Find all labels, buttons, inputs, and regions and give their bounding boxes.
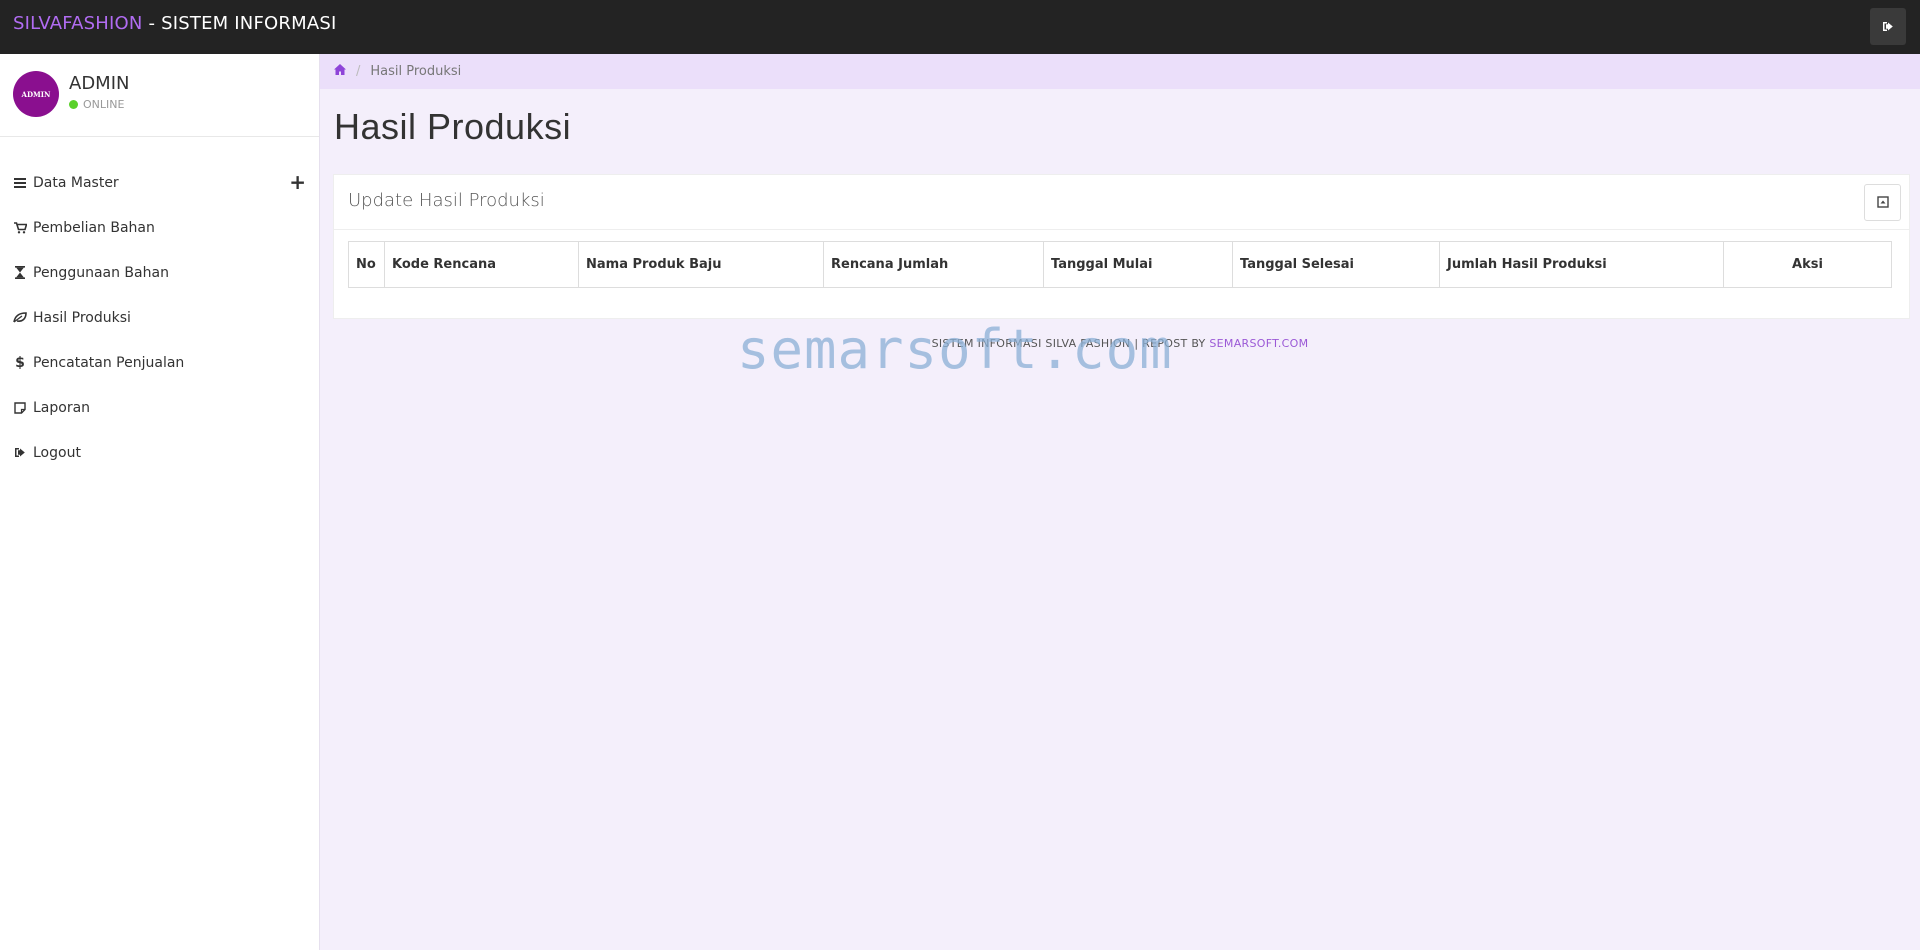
column-header-rencana-jumlah[interactable]: Rencana Jumlah [823,241,1044,288]
home-icon[interactable] [334,64,346,79]
user-panel: ADMIN ADMIN ONLINE [0,54,319,137]
brand-name: SILVAFASHION [13,13,143,34]
sidebar-item-label: Pembelian Bahan [33,219,155,236]
panel-minimize-button[interactable] [1864,184,1901,221]
sidebar-item-label: Logout [33,444,81,461]
brand-subtitle: - SISTEM INFORMASI [142,13,337,34]
main-content: / Hasil Produksi Hasil Produksi Update H… [320,54,1920,950]
sidebar: ADMIN ADMIN ONLINE Data Master + Pembeli… [0,54,320,950]
table-header-row: No Kode Rencana Nama Produk Baju Rencana… [348,241,1892,288]
breadcrumb-separator: / [356,64,361,79]
footer: SISTEM INFORMASI SILVA FASHION | REPOST … [320,337,1920,350]
minimize-icon [1876,193,1889,212]
breadcrumb-current: Hasil Produksi [370,64,462,79]
panel-title: Update Hasil Produksi [348,190,545,211]
sign-out-icon [13,446,27,460]
sidebar-item-pencatatan-penjualan[interactable]: $ Pencatatan Penjualan [0,340,319,385]
footer-link[interactable]: SEMARSOFT.COM [1209,337,1308,350]
sidebar-menu: Data Master + Pembelian Bahan Penggunaan… [0,160,319,475]
sidebar-item-label: Penggunaan Bahan [33,264,169,281]
app-title[interactable]: SILVAFASHION - SISTEM INFORMASI [13,13,336,34]
avatar: ADMIN [13,71,59,117]
column-header-nama-produk-baju[interactable]: Nama Produk Baju [578,241,824,288]
sidebar-item-label: Laporan [33,399,91,416]
leaf-icon [13,311,27,325]
sidebar-item-laporan[interactable]: Laporan [0,385,319,430]
sign-out-icon [1882,17,1894,36]
production-table: No Kode Rencana Nama Produk Baju Rencana… [348,241,1892,288]
column-header-jumlah-hasil-produksi[interactable]: Jumlah Hasil Produksi [1439,241,1724,288]
column-header-tanggal-selesai[interactable]: Tanggal Selesai [1232,241,1440,288]
column-header-tanggal-mulai[interactable]: Tanggal Mulai [1043,241,1233,288]
column-header-aksi[interactable]: Aksi [1723,241,1892,288]
user-status: ONLINE [69,98,124,111]
user-name: ADMIN [69,73,130,94]
logout-button[interactable] [1870,8,1906,45]
breadcrumb: / Hasil Produksi [320,54,1920,89]
hourglass-icon [13,266,27,280]
avatar-text: ADMIN [21,89,51,99]
dollar-icon: $ [15,354,25,371]
sidebar-item-label: Pencatatan Penjualan [33,354,185,371]
top-navbar: SILVAFASHION - SISTEM INFORMASI [0,0,1920,54]
expand-plus-icon[interactable]: + [289,172,306,192]
panel-header: Update Hasil Produksi [334,175,1909,230]
cart-icon [13,221,27,235]
column-header-kode-rencana[interactable]: Kode Rencana [384,241,579,288]
sidebar-item-penggunaan-bahan[interactable]: Penggunaan Bahan [0,250,319,295]
page-title: Hasil Produksi [334,106,572,147]
sidebar-item-label: Data Master [33,174,119,191]
sidebar-item-data-master[interactable]: Data Master + [0,160,319,205]
bars-icon [13,176,27,190]
sidebar-item-hasil-produksi[interactable]: Hasil Produksi [0,295,319,340]
sidebar-item-logout[interactable]: Logout [0,430,319,475]
status-text: ONLINE [83,98,125,111]
update-panel: Update Hasil Produksi No Kode Rencana Na… [333,174,1910,319]
column-header-no[interactable]: No [348,241,385,288]
sidebar-item-pembelian-bahan[interactable]: Pembelian Bahan [0,205,319,250]
footer-text: SISTEM INFORMASI SILVA FASHION | REPOST … [931,337,1210,350]
online-dot-icon [69,100,78,109]
sidebar-item-label: Hasil Produksi [33,309,131,326]
note-icon [13,401,27,415]
